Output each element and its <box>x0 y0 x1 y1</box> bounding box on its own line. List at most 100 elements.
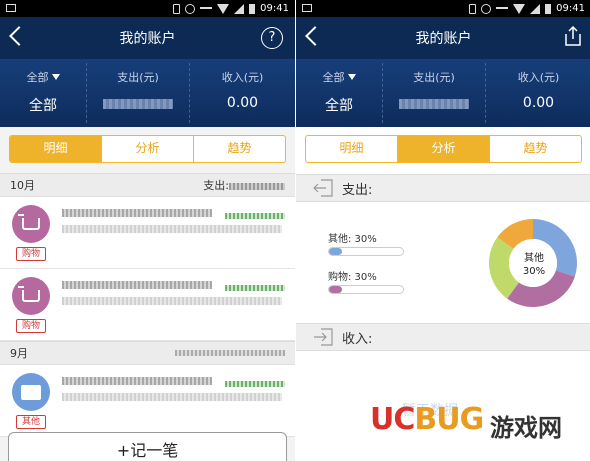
donut-center-value: 30% <box>522 266 546 277</box>
income-value: 0.00 <box>226 95 259 111</box>
item-detail-blurred <box>62 225 282 233</box>
income-column: 收入(元) 0.00 <box>486 59 590 127</box>
item-detail-blurred <box>62 393 282 401</box>
status-time: 09:41 <box>260 3 289 14</box>
app-bar: 我的账户 <box>296 17 590 59</box>
alarm-icon <box>481 3 492 14</box>
filter-dropdown-label[interactable]: 全部 <box>323 71 345 84</box>
expense-column: 支出(元) <box>86 63 190 123</box>
cart-icon <box>18 286 40 302</box>
category-icon-bg <box>12 205 50 243</box>
income-section: 收入: <box>296 323 590 351</box>
view-tabs: 明细 分析 趋势 <box>305 135 582 163</box>
category-progress <box>328 247 404 256</box>
status-bar: 09:41 <box>296 0 590 17</box>
page-title: 我的账户 <box>415 31 472 47</box>
tab-detail[interactable]: 明细 <box>10 136 101 162</box>
expense-value-blurred <box>399 99 469 109</box>
month-expense-blurred <box>229 182 285 190</box>
item-detail-blurred <box>62 297 282 305</box>
screenshot-notification-icon <box>302 4 312 12</box>
tab-detail[interactable]: 明细 <box>306 136 397 162</box>
alarm-icon <box>185 3 196 14</box>
filter-value: 全部 <box>29 98 57 114</box>
battery-icon <box>545 3 552 14</box>
list-item[interactable]: 其他 <box>0 365 295 437</box>
month-label: 9月 <box>10 347 28 360</box>
income-column: 收入(元) 0.00 <box>190 59 295 127</box>
income-section-label: 收入: <box>342 331 373 347</box>
category-icon-bg <box>12 373 50 411</box>
filter-column[interactable]: 全部 全部 <box>0 59 86 127</box>
add-record-button[interactable]: +记一笔 <box>8 432 287 461</box>
account-summary: 全部 全部 支出(元) 收入(元) 0.00 <box>296 59 590 127</box>
left-screen: 09:41 我的账户 ? 全部 全部 支出(元) 收入(元) 0.00 明细 分… <box>0 0 295 461</box>
dropdown-caret-icon[interactable] <box>347 74 356 80</box>
donut-center-name: 其他 <box>524 253 544 264</box>
expense-section-label: 支出: <box>342 182 373 198</box>
tab-analysis[interactable]: 分析 <box>397 136 489 162</box>
wifi-icon <box>217 3 230 14</box>
category-progress-fill <box>329 248 343 255</box>
help-icon[interactable]: ? <box>261 27 283 49</box>
income-header: 收入(元) <box>517 71 560 84</box>
filter-column[interactable]: 全部 全部 <box>296 59 382 127</box>
month-expense-label: 支出: <box>203 179 229 192</box>
expense-value-blurred <box>103 99 173 109</box>
watermark-cn: 游戏网 <box>490 414 562 442</box>
folder-icon <box>21 384 41 400</box>
view-tabs: 明细 分析 趋势 <box>9 135 286 163</box>
entry-arrow-icon <box>314 328 333 346</box>
item-title-blurred <box>62 281 212 289</box>
tab-trend[interactable]: 趋势 <box>489 136 581 162</box>
item-amount-blurred <box>225 213 285 219</box>
screenshot-notification-icon <box>6 4 16 12</box>
exit-arrow-icon <box>313 179 333 197</box>
item-amount-blurred <box>225 285 285 291</box>
expense-section-header: 支出: <box>296 174 590 202</box>
category-icon-bg <box>12 277 50 315</box>
account-summary: 全部 全部 支出(元) 收入(元) 0.00 <box>0 59 295 127</box>
category-tag: 购物 <box>16 247 46 261</box>
income-header: 收入(元) <box>221 71 264 84</box>
expense-header: 支出(元) <box>413 71 455 84</box>
expense-column: 支出(元) <box>382 63 486 123</box>
app-bar: 我的账户 ? <box>0 17 295 59</box>
expense-header: 支出(元) <box>117 71 159 84</box>
month-header: 10月 支出: <box>0 173 295 197</box>
watermark-bug: BUG <box>414 402 484 437</box>
watermark-uc: UC <box>370 402 415 437</box>
category-progress <box>328 285 404 294</box>
expense-section: 支出: <box>296 174 590 202</box>
tab-trend[interactable]: 趋势 <box>193 136 285 162</box>
category-progress-fill <box>329 286 343 293</box>
category-tag: 购物 <box>16 319 46 333</box>
signal-icon <box>530 3 541 14</box>
status-bar: 09:41 <box>0 0 295 17</box>
filter-dropdown-label[interactable]: 全部 <box>27 71 49 84</box>
tab-analysis[interactable]: 分析 <box>101 136 193 162</box>
filter-value: 全部 <box>325 98 353 114</box>
month-header: 9月 <box>0 341 295 365</box>
category-label: 购物: 30% <box>328 272 377 283</box>
share-icon[interactable] <box>565 26 581 46</box>
item-amount-blurred <box>225 381 285 387</box>
vibrate-icon <box>173 3 181 14</box>
dropdown-caret-icon[interactable] <box>51 74 60 80</box>
list-item[interactable]: 购物 <box>0 269 295 341</box>
back-arrow-icon[interactable] <box>305 26 325 46</box>
right-screen: 09:41 我的账户 全部 全部 支出(元) 收入(元) 0.00 明细 分析 … <box>296 0 590 461</box>
cart-icon <box>18 214 40 230</box>
back-arrow-icon[interactable] <box>9 26 29 46</box>
list-item[interactable]: 购物 <box>0 197 295 269</box>
month-label: 10月 <box>10 179 35 192</box>
page-title: 我的账户 <box>119 31 176 47</box>
transaction-list: 10月 支出: 购物 购物 9月 其他 <box>0 173 295 437</box>
signal-icon <box>234 3 245 14</box>
income-value: 0.00 <box>522 95 555 111</box>
item-title-blurred <box>62 209 212 217</box>
watermark-logo: UCBUG <box>370 402 484 437</box>
battery-icon <box>249 3 256 14</box>
key-icon <box>496 6 509 11</box>
status-time: 09:41 <box>556 3 585 14</box>
